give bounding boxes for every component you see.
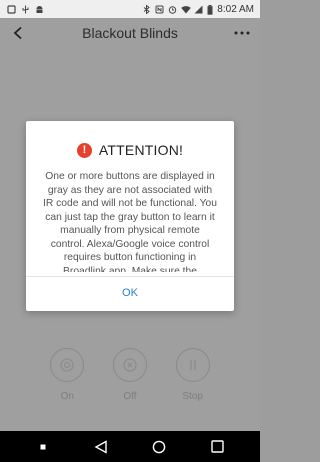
dialog-message[interactable]: One or more buttons are displayed in gra… (42, 170, 218, 272)
bluetooth-icon (142, 3, 151, 15)
dialog-divider (26, 276, 234, 277)
nfc-icon (155, 5, 164, 14)
pause-icon (175, 348, 210, 382)
blind-controls: On Off Stop (0, 348, 260, 402)
off-button[interactable]: Off (100, 348, 160, 402)
android-icon (35, 5, 44, 14)
more-horizontal-icon[interactable] (232, 23, 252, 43)
back-triangle-icon[interactable] (91, 437, 111, 457)
navigation-bar (0, 431, 260, 462)
usb-icon (21, 5, 30, 14)
attention-dialog: ! ATTENTION! One or more buttons are dis… (26, 121, 234, 311)
dialog-title: ATTENTION! (98, 142, 184, 158)
page-title: Blackout Blinds (82, 25, 178, 41)
battery-icon (207, 4, 213, 15)
stop-label: Stop (182, 391, 203, 402)
alert-icon: ! (76, 142, 92, 158)
on-button[interactable]: On (37, 348, 97, 402)
power-off-icon (112, 348, 147, 382)
stop-button[interactable]: Stop (163, 348, 223, 402)
on-label: On (60, 391, 74, 402)
dialog-header: ! ATTENTION! (26, 142, 234, 158)
off-label: Off (123, 391, 137, 402)
status-bar: 8:02 AM (0, 0, 260, 18)
clock: 8:02 AM (217, 3, 254, 15)
power-on-icon (50, 348, 85, 382)
home-circle-icon[interactable] (149, 437, 169, 457)
wifi-icon (181, 5, 191, 14)
notification-icon (7, 4, 16, 14)
alarm-icon (168, 5, 177, 14)
recents-small-icon[interactable] (33, 437, 53, 457)
chevron-left-icon[interactable] (8, 23, 28, 43)
app-bar: Blackout Blinds (0, 18, 260, 48)
signal-icon (194, 5, 203, 14)
ok-button[interactable]: OK (26, 280, 234, 306)
overview-square-icon[interactable] (207, 437, 227, 457)
